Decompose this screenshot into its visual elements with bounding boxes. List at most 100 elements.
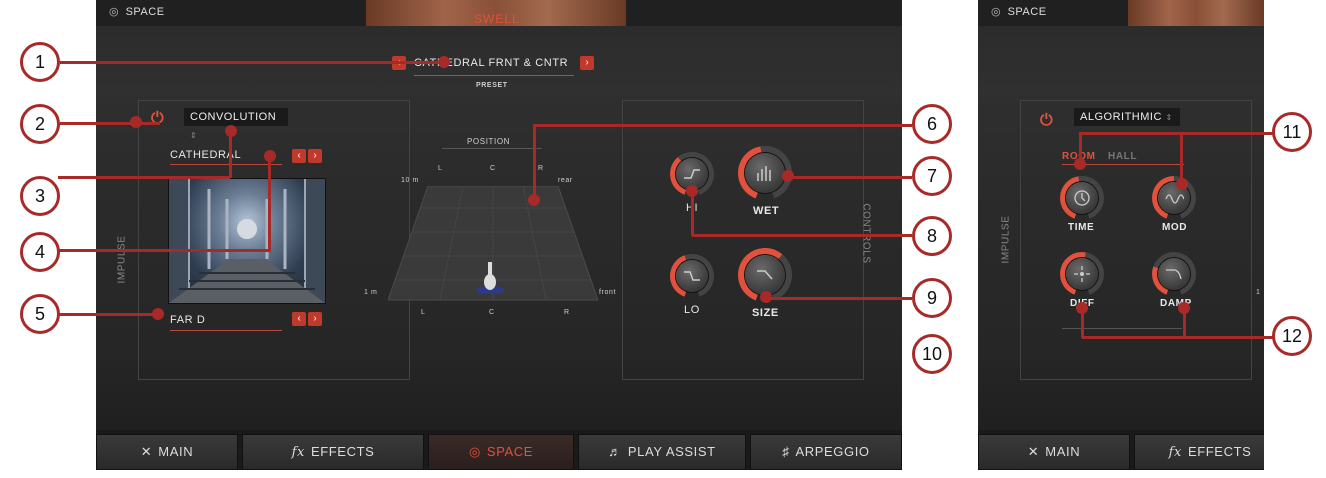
callout-8: 8 (912, 216, 952, 256)
callout-dot-6 (528, 194, 540, 206)
callout-dot-4 (264, 150, 276, 162)
preset-underline (414, 75, 574, 76)
callout-line-11a (1080, 132, 1292, 135)
callout-line-12a (1082, 336, 1292, 339)
callout-line-3a (58, 176, 230, 179)
tab-play-assist[interactable]: ♬ PLAY ASSIST (578, 434, 746, 470)
callout-7: 7 (912, 156, 952, 196)
right-violin-tab-icon: ✕ (1027, 444, 1040, 459)
callout-10: 10 (912, 334, 952, 374)
controls-frame (622, 100, 864, 380)
callout-line-8a (692, 234, 912, 237)
dropdown-arrows-icon: ⇕ (190, 131, 198, 140)
power-button[interactable]: ⏻ (151, 110, 164, 128)
ir-category-prev-button[interactable]: ‹ (292, 149, 306, 163)
callout-line-1 (60, 61, 444, 64)
space-tab-icon: ◎ (468, 444, 481, 459)
callout-3: 3 (20, 176, 60, 216)
diff-knob[interactable] (1060, 252, 1104, 296)
time-knob-cap (1066, 182, 1098, 214)
ir-name-prev-button[interactable]: ‹ (292, 312, 306, 326)
callout-dot-12b (1178, 302, 1190, 314)
callout-dot-1 (438, 56, 450, 68)
ir-name-underline (170, 330, 282, 331)
right-power-button[interactable]: ⏻ (1040, 112, 1053, 130)
callout-11: 11 (1272, 112, 1312, 152)
tab-effects[interactable]: fx EFFECTS (242, 434, 424, 470)
right-dropdown-arrows-icon: ⇕ (1165, 113, 1173, 122)
right-header-band (978, 26, 1264, 96)
swell-label: SWELL (474, 12, 520, 26)
top-space-tag: ◎ SPACE (106, 5, 165, 18)
pos-distance-near: 1 m (364, 289, 378, 296)
mod-label: MOD (1162, 222, 1188, 233)
callout-line-5 (58, 313, 158, 316)
low-shelf-icon (684, 271, 700, 281)
callout-dot-11a (1074, 158, 1086, 170)
mod-knob[interactable] (1152, 176, 1196, 220)
clock-icon (1074, 190, 1090, 206)
right-top-space-tag: ◎ SPACE (988, 5, 1047, 18)
diffusion-icon (1074, 266, 1090, 282)
ir-category-next-button[interactable]: › (308, 149, 322, 163)
high-shelf-icon (684, 169, 700, 179)
pos-front: front (599, 289, 617, 296)
tab-bar: ✕ MAIN fx EFFECTS ◎ SPACE ♬ PLAY ASSIST ♯ ARP… (96, 430, 902, 470)
time-knob[interactable] (1060, 176, 1104, 220)
ir-name[interactable]: FAR D (170, 314, 205, 326)
ir-name-next-button[interactable]: › (308, 312, 322, 326)
pos-top-r: R (538, 165, 544, 172)
cathedral-image (168, 178, 326, 304)
fx-icon: fx (291, 445, 305, 460)
tab-space[interactable]: ◎ SPACE (428, 434, 574, 470)
right-wood-header (1128, 0, 1264, 26)
right-bottom-line (1062, 328, 1182, 329)
callout-line-4b (268, 156, 271, 252)
right-fx-icon: fx (1168, 445, 1182, 460)
lo-knob[interactable] (670, 254, 714, 298)
callout-dot-11b (1176, 178, 1188, 190)
callout-dot-12a (1076, 302, 1088, 314)
callout-6: 6 (912, 104, 952, 144)
callout-line-3b (229, 132, 232, 178)
callout-12: 12 (1272, 316, 1312, 356)
damp-curve-icon (1166, 269, 1182, 280)
right-space-icon: ◎ (990, 6, 1002, 18)
callout-line-7 (786, 176, 912, 179)
arpeggio-icon: ♯ (782, 444, 790, 459)
right-mode-dropdown[interactable]: ALGORITHMIC ⇕ (1074, 108, 1180, 126)
callout-line-6b (533, 124, 536, 200)
callout-dot-7 (782, 170, 794, 182)
hall-option[interactable]: HALL (1108, 151, 1137, 162)
right-tab-bar: ✕ MAIN fx EFFECTS (978, 430, 1264, 470)
callout-1: 1 (20, 42, 60, 82)
pos-top-c: C (490, 165, 496, 172)
pos-top-l: L (438, 165, 443, 172)
space-icon: ◎ (108, 6, 120, 18)
time-label: TIME (1068, 222, 1095, 233)
preset-next-button[interactable]: › (580, 56, 594, 70)
callout-line-8b (691, 192, 694, 236)
callout-dot-2 (130, 116, 142, 128)
tab-arpeggio[interactable]: ♯ ARPEGGIO (750, 434, 902, 470)
callout-dot-5 (152, 308, 164, 320)
damp-knob[interactable] (1152, 252, 1196, 296)
callout-4: 4 (20, 232, 60, 272)
wet-knob-cap (745, 153, 785, 193)
damp-knob-cap (1158, 258, 1190, 290)
right-tab-effects[interactable]: fx EFFECTS (1134, 434, 1264, 470)
diff-knob-cap (1066, 258, 1098, 290)
mode-dropdown[interactable]: CONVOLUTION ⇕ (184, 108, 288, 140)
tab-main[interactable]: ✕ MAIN (96, 434, 238, 470)
size-label: SIZE (752, 307, 779, 319)
position-field[interactable] (388, 186, 598, 302)
position-title: POSITION (467, 137, 511, 146)
size-curve-icon (757, 270, 773, 280)
callout-5: 5 (20, 294, 60, 334)
callout-2: 2 (20, 104, 60, 144)
pos-rear: rear (558, 177, 573, 184)
pos-distance-far: 10 m (401, 177, 419, 184)
callout-line-2 (60, 122, 160, 125)
right-tab-main[interactable]: ✕ MAIN (978, 434, 1130, 470)
callout-line-9 (766, 297, 912, 300)
